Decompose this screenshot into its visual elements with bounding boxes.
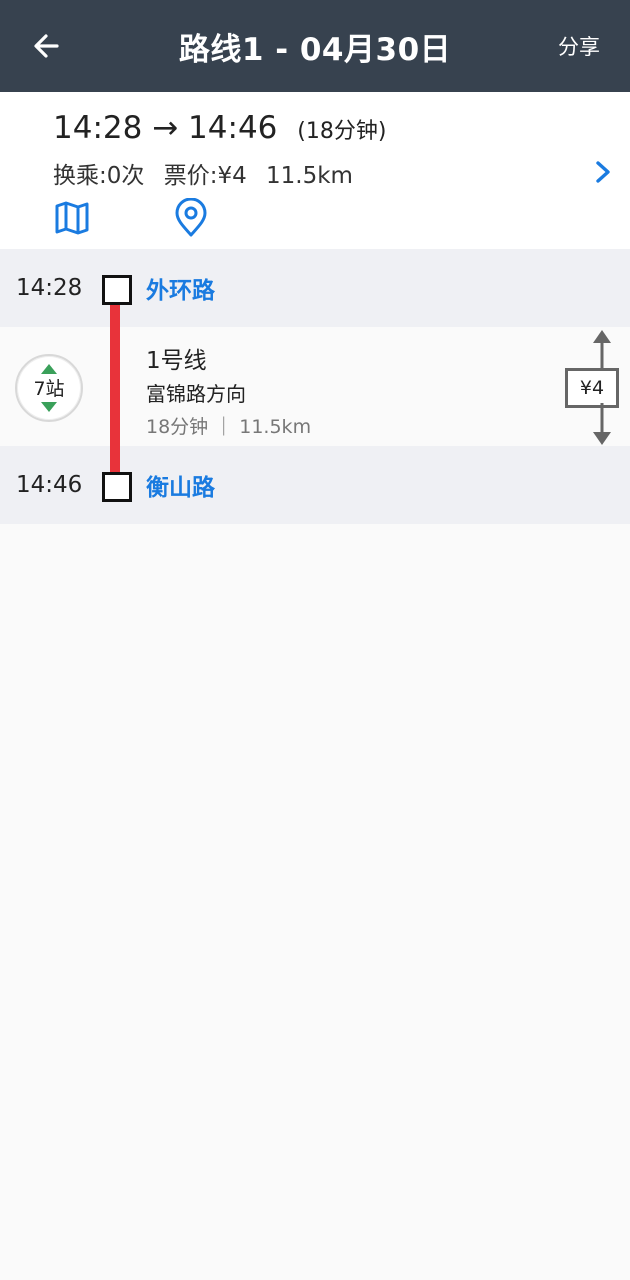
line-direction: 富锦路方向 [146,382,246,406]
station-marker [102,275,132,305]
route-times: 14:28 → 14:46 (18分钟) [53,110,386,146]
segment-fare: ¥4 [565,368,619,408]
arrow-up-icon [593,330,611,370]
map-icon[interactable] [54,200,90,236]
share-button[interactable]: 分享 [558,28,600,64]
line-track [110,302,120,472]
route-duration: (18分钟) [297,119,387,144]
arrival-time: 14:46 [188,110,278,146]
transfer-count: 换乘:0次 [53,163,145,189]
arrow-text: → [152,110,179,146]
arrow-down-icon [593,403,611,445]
page-title: 路线1 - 04月30日 [178,31,452,68]
start-time: 14:28 [16,275,83,301]
ticket-price: 票价:¥4 [163,163,247,189]
route-distance: 11.5km [266,163,353,189]
ride-segment [0,327,630,446]
arrow-down-icon [41,402,57,412]
stops-toggle[interactable]: 7站 [15,354,83,422]
departure-time: 14:28 [53,110,143,146]
route-meta: 换乘:0次 票价:¥4 11.5km [53,156,365,190]
app-bar: 路线1 - 04月30日 分享 [0,0,630,92]
line-name: 1号线 [146,348,207,374]
stop-count: 7站 [33,378,65,400]
start-station-name[interactable]: 外环路 [146,249,215,327]
route-summary[interactable]: 14:28 → 14:46 (18分钟) 换乘:0次 票价:¥4 11.5km [0,92,630,249]
station-marker [102,472,132,502]
end-time: 14:46 [16,472,83,498]
arrow-up-icon [41,364,57,374]
end-station-row[interactable]: 14:46 衡山路 [0,446,630,524]
end-station-name[interactable]: 衡山路 [146,446,215,524]
location-pin-icon[interactable] [173,198,209,238]
segment-info: 18分钟 ｜ 11.5km [146,416,312,438]
chevron-right-icon[interactable] [592,158,614,186]
start-station-row[interactable]: 14:28 外环路 [0,249,630,327]
